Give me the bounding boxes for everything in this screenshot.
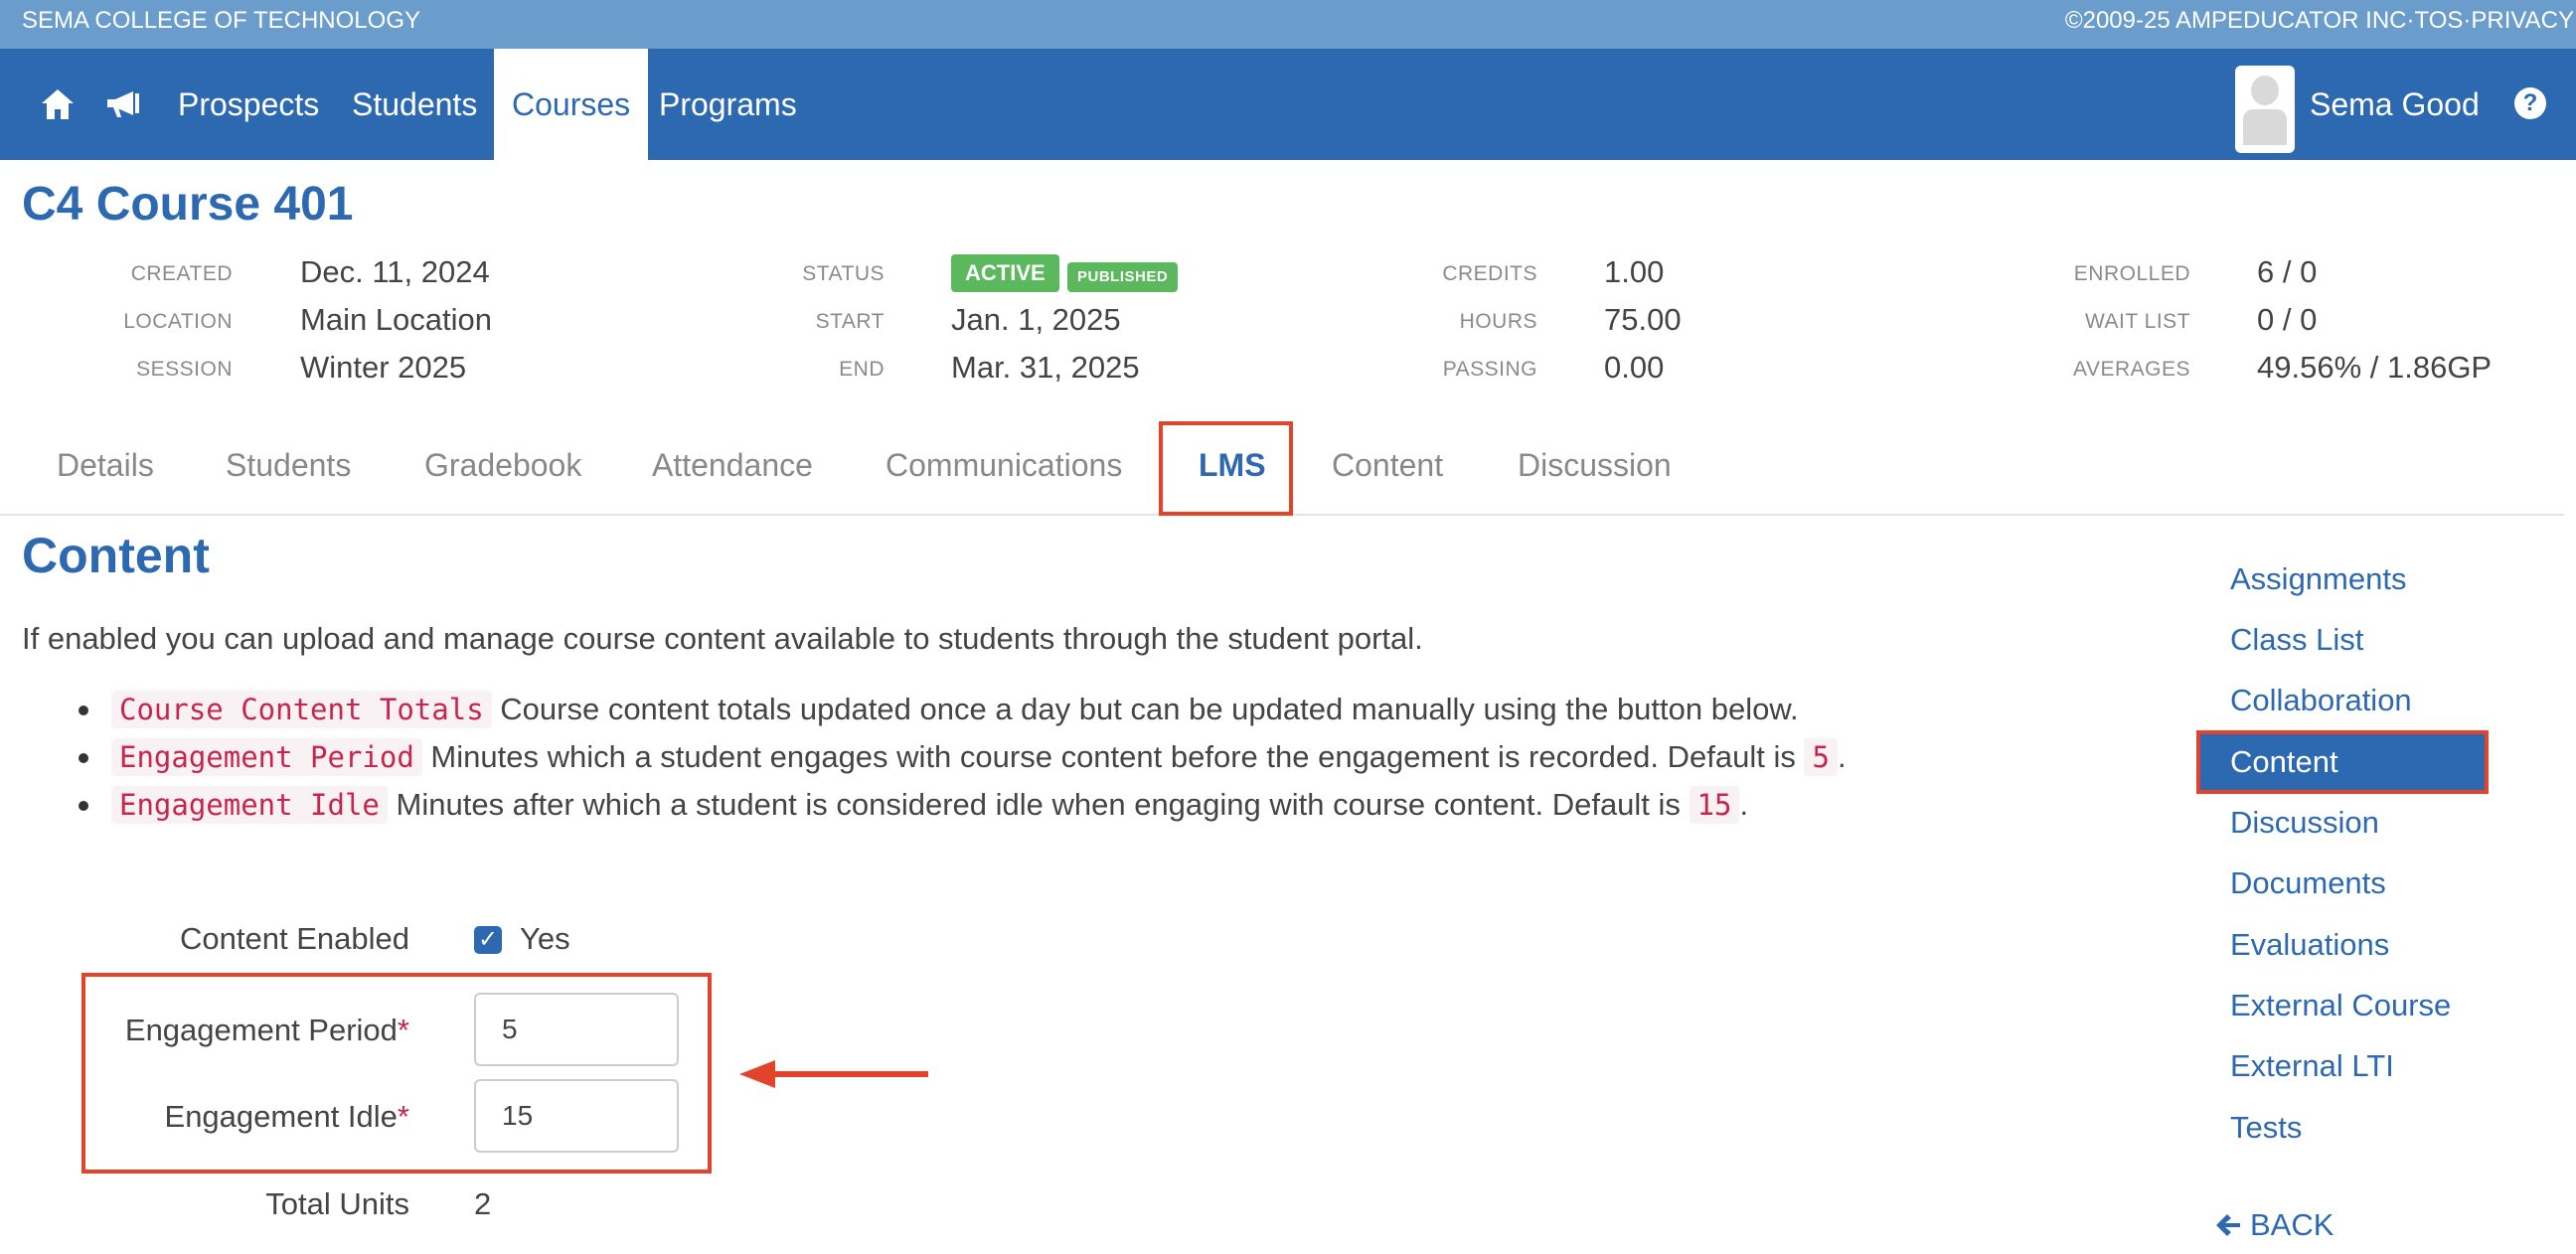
default-value-tag: 15 xyxy=(1689,786,1740,824)
waitlist-label: WAIT LIST xyxy=(2084,310,2190,333)
list-item: Engagement Period Minutes which a studen… xyxy=(79,733,1847,781)
tab-attendance[interactable]: Attendance xyxy=(652,417,813,514)
lms-tab-highlight xyxy=(1159,421,1293,516)
passing-value: 0.00 xyxy=(1604,350,1665,385)
nav-prospects[interactable]: Prospects xyxy=(178,49,319,160)
user-name[interactable]: Sema Good xyxy=(2310,49,2480,160)
avatar-head xyxy=(2251,76,2279,105)
start-value: Jan. 1, 2025 xyxy=(951,302,1121,337)
arrow-left-icon xyxy=(2216,1214,2240,1236)
list-item: Course Content Totals Course content tot… xyxy=(79,686,1847,733)
content-help-list: Course Content Totals Course content tot… xyxy=(79,686,1847,829)
sidebar-item-tests[interactable]: Tests xyxy=(2230,1110,2302,1146)
sidebar-item-assignments[interactable]: Assignments xyxy=(2230,561,2406,597)
nav-students[interactable]: Students xyxy=(352,49,477,160)
sidebar-item-collaboration[interactable]: Collaboration xyxy=(2230,683,2412,718)
tab-details[interactable]: Details xyxy=(57,417,154,514)
created-value: Dec. 11, 2024 xyxy=(300,254,490,289)
avatar[interactable] xyxy=(2235,66,2295,153)
avatar-torso xyxy=(2243,109,2287,145)
content-enabled-yes: Yes xyxy=(520,921,570,956)
waitlist-value: 0 / 0 xyxy=(2257,302,2318,337)
session-label: SESSION xyxy=(136,358,233,381)
content-title: Content xyxy=(22,528,210,583)
help-icon[interactable]: ? xyxy=(2514,87,2546,119)
top-strip: SEMA COLLEGE OF TECHNOLOGY ©2009-25 AMPE… xyxy=(0,0,2576,49)
tab-discussion[interactable]: Discussion xyxy=(1518,417,1672,514)
averages-label: AVERAGES xyxy=(2073,358,2190,381)
status-label: STATUS xyxy=(802,262,885,285)
code-tag: Engagement Idle xyxy=(111,786,388,824)
legal-links: ©2009-25 AMPEDUCATOR INC·TOS·PRIVACY xyxy=(2065,0,2574,41)
course-title: C4 Course 401 xyxy=(22,178,354,231)
session-value: Winter 2025 xyxy=(300,350,467,385)
main-nav: Prospects Students Courses Programs xyxy=(0,49,2576,160)
sidebar-item-documents[interactable]: Documents xyxy=(2230,865,2386,901)
hours-value: 75.00 xyxy=(1604,302,1682,337)
bullet-suffix: . xyxy=(1837,739,1847,774)
code-tag: Course Content Totals xyxy=(111,691,492,728)
passing-label: PASSING xyxy=(1442,358,1537,381)
sidebar-item-class-list[interactable]: Class List xyxy=(2230,622,2363,658)
location-value: Main Location xyxy=(300,302,493,337)
total-units-value: 2 xyxy=(474,1186,492,1221)
sidebar-item-discussion[interactable]: Discussion xyxy=(2230,805,2379,841)
bullet-text: Minutes which a student engages with cou… xyxy=(421,739,1805,774)
back-label: BACK xyxy=(2250,1207,2334,1242)
school-name: SEMA COLLEGE OF TECHNOLOGY xyxy=(22,7,420,34)
content-enabled-checkbox[interactable]: ✓ xyxy=(474,926,502,954)
enrolled-value: 6 / 0 xyxy=(2257,254,2318,289)
credits-value: 1.00 xyxy=(1604,254,1665,289)
enrolled-label: ENROLLED xyxy=(2073,262,2190,285)
tos-link[interactable]: TOS xyxy=(2415,7,2464,34)
bullet-suffix: . xyxy=(1739,787,1749,822)
location-label: LOCATION xyxy=(123,310,233,333)
pointer-arrow-icon xyxy=(739,1060,928,1088)
end-label: END xyxy=(839,358,885,381)
sidebar-item-external-course[interactable]: External Course xyxy=(2230,988,2451,1023)
status-published-badge: PUBLISHED xyxy=(1067,262,1179,292)
tab-gradebook[interactable]: Gradebook xyxy=(424,417,581,514)
credits-label: CREDITS xyxy=(1442,262,1537,285)
nav-courses[interactable]: Courses xyxy=(494,49,649,160)
privacy-link[interactable]: PRIVACY xyxy=(2471,7,2574,34)
tab-content[interactable]: Content xyxy=(1332,417,1443,514)
content-enabled-label: Content Enabled xyxy=(180,921,409,956)
home-icon[interactable] xyxy=(38,82,78,126)
megaphone-icon[interactable] xyxy=(103,82,147,126)
separator: · xyxy=(2406,7,2415,34)
sidebar-item-evaluations[interactable]: Evaluations xyxy=(2230,927,2389,963)
hours-label: HOURS xyxy=(1459,310,1537,333)
start-label: START xyxy=(815,310,885,333)
back-link[interactable]: BACK xyxy=(2214,1207,2334,1243)
nav-programs[interactable]: Programs xyxy=(659,49,797,160)
status-active-badge: ACTIVE xyxy=(951,254,1059,292)
engagement-fields-highlight xyxy=(81,973,712,1174)
end-value: Mar. 31, 2025 xyxy=(951,350,1140,385)
copyright: ©2009-25 AMPEDUCATOR INC xyxy=(2064,7,2407,34)
content-intro: If enabled you can upload and manage cou… xyxy=(22,621,1423,656)
sidebar-item-external-lti[interactable]: External LTI xyxy=(2230,1048,2394,1084)
created-label: CREATED xyxy=(130,262,233,285)
default-value-tag: 5 xyxy=(1804,738,1838,776)
tab-students[interactable]: Students xyxy=(226,417,351,514)
list-item: Engagement Idle Minutes after which a st… xyxy=(79,781,1847,829)
code-tag: Engagement Period xyxy=(111,738,422,776)
content-sidebar-highlight xyxy=(2196,730,2489,794)
tab-communications[interactable]: Communications xyxy=(886,417,1122,514)
bullet-text: Minutes after which a student is conside… xyxy=(387,787,1690,822)
bullet-text: Course content totals updated once a day… xyxy=(491,692,1799,726)
total-units-label: Total Units xyxy=(265,1186,409,1221)
averages-value: 49.56% / 1.86GP xyxy=(2257,350,2493,385)
